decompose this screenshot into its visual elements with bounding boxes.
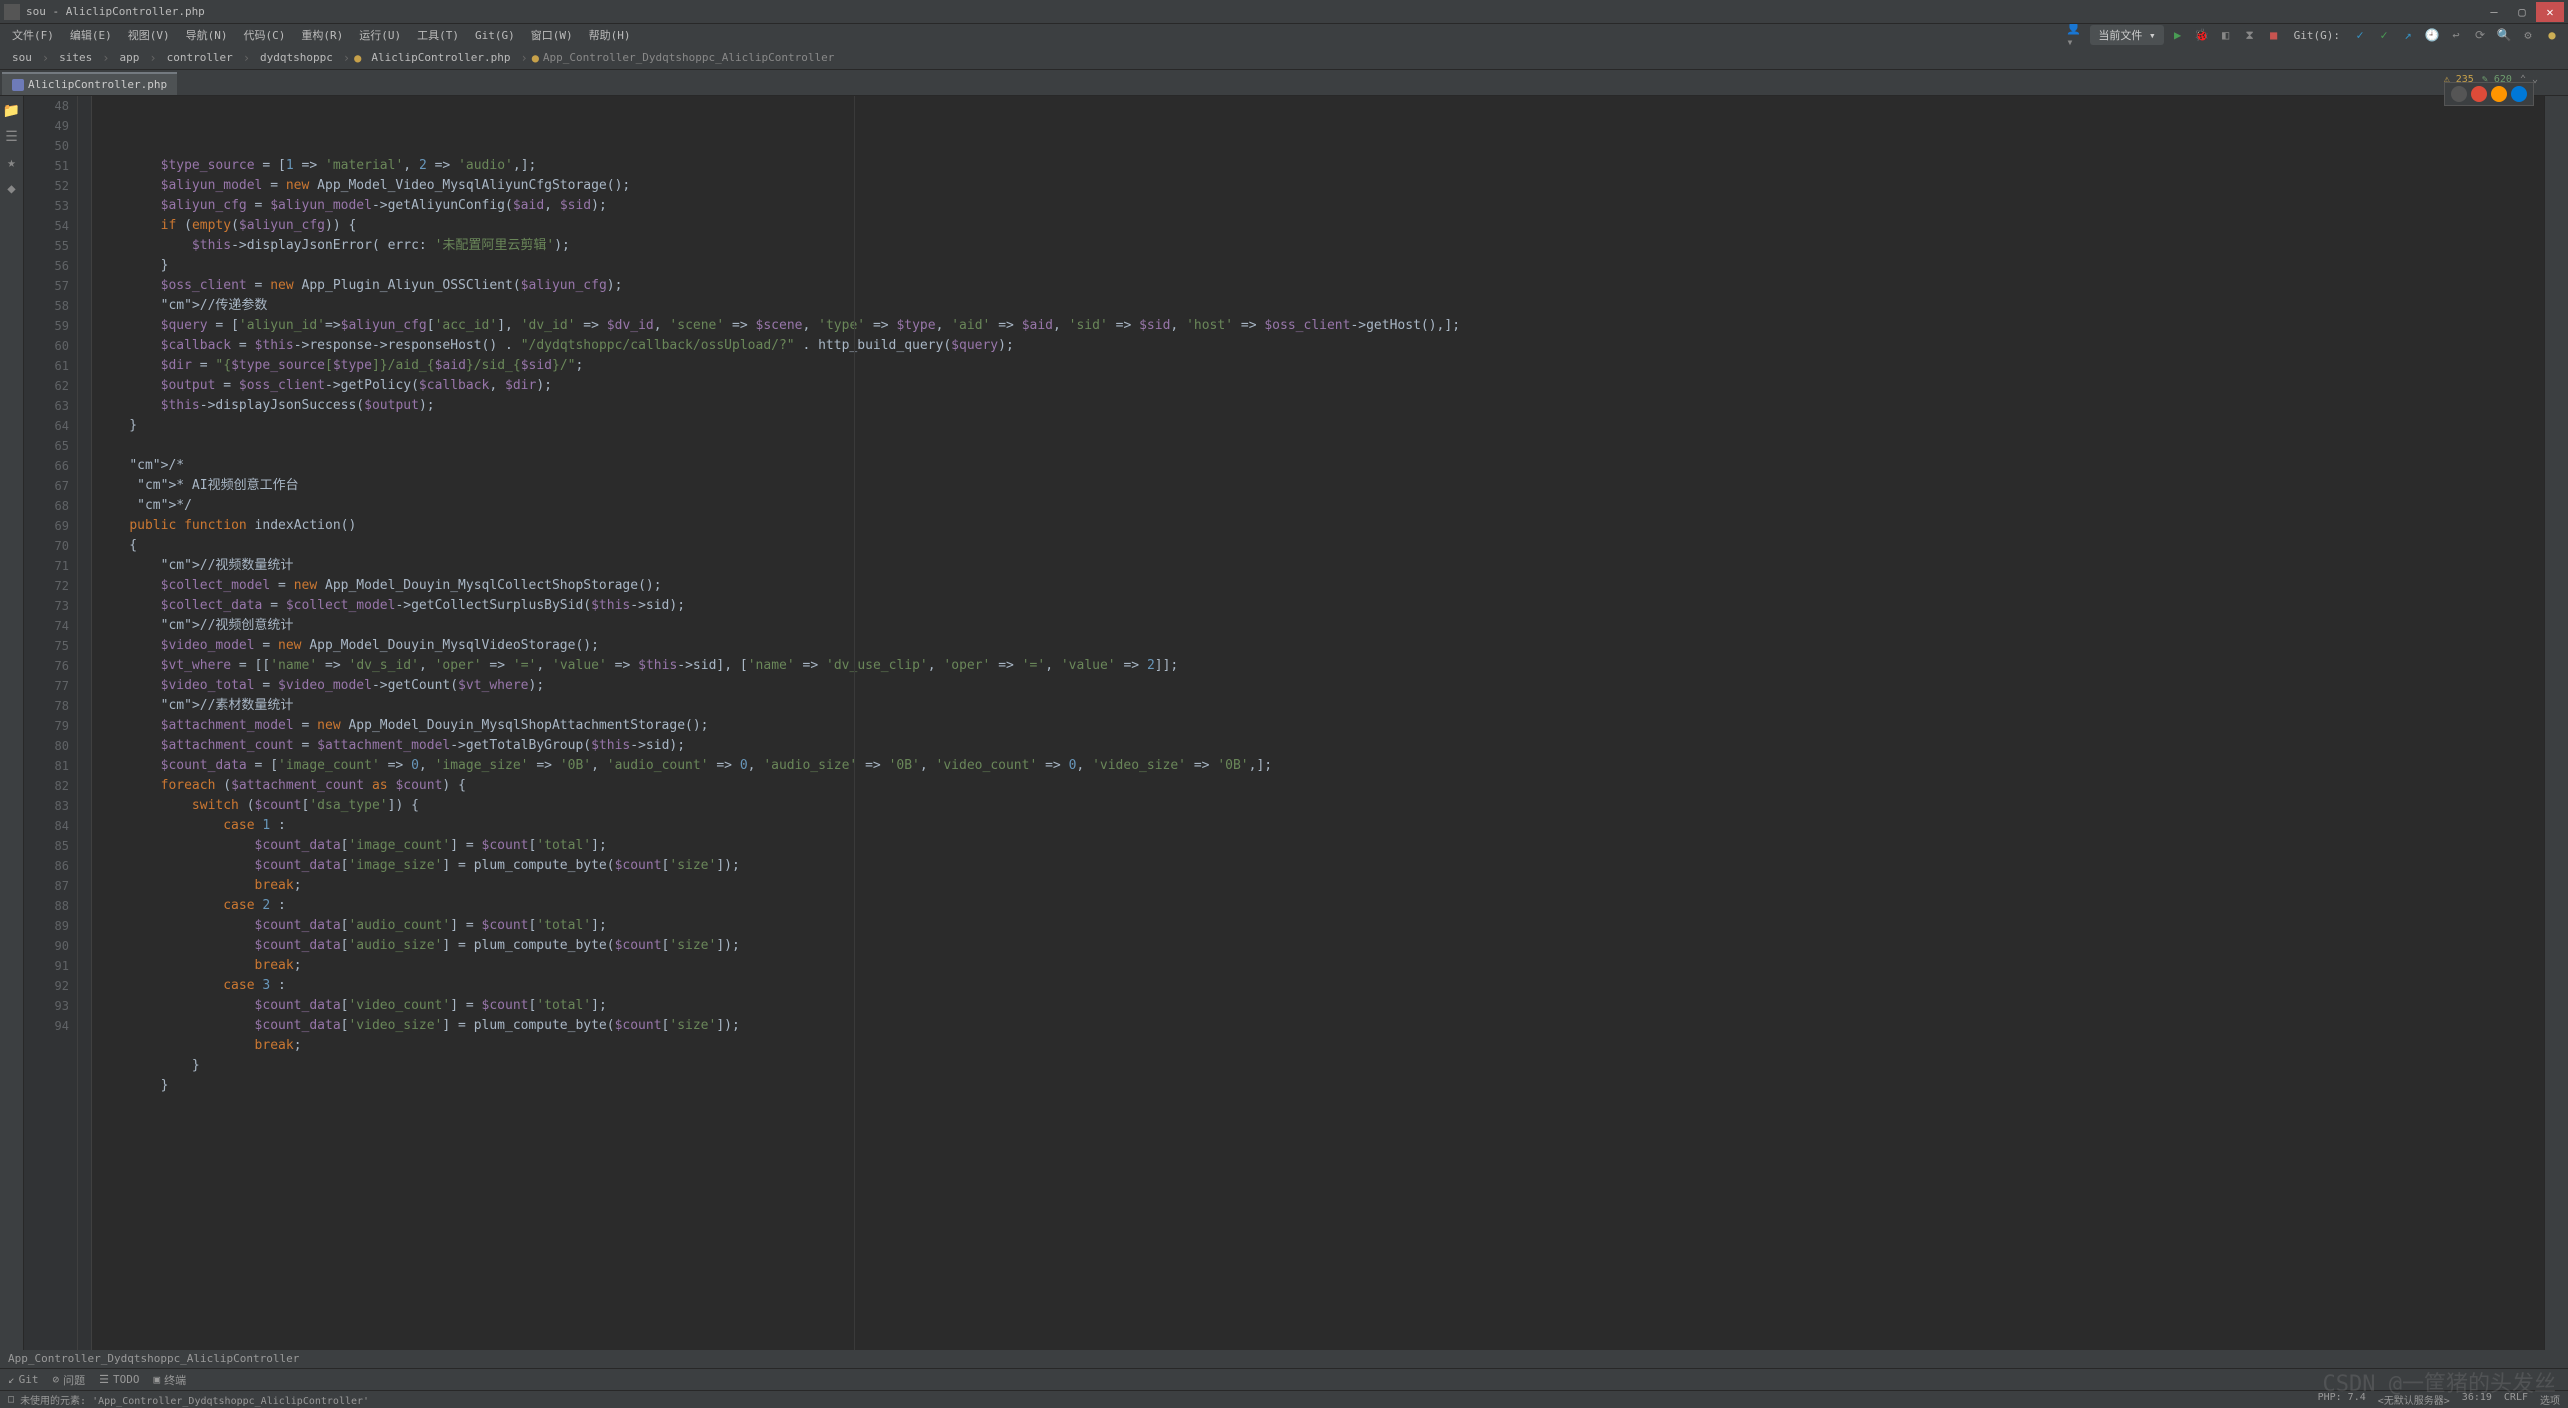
left-tool-strip: 📁 ☰ ★ ◆ (0, 96, 24, 1350)
status-message: 未使用的元素: 'App_Controller_Dydqtshoppc_Alic… (20, 1392, 2318, 1407)
terminal-tool-button[interactable]: ▣ 终端 (154, 1372, 187, 1388)
right-tool-strip (2544, 96, 2568, 1350)
menu-code[interactable]: 代码(C) (238, 25, 292, 45)
edge-icon[interactable] (2511, 86, 2527, 102)
git-toolbar-label: Git(G): (2288, 27, 2346, 44)
file-bullet-icon: ● (354, 51, 361, 65)
todo-tool-button[interactable]: ☰ TODO (99, 1373, 139, 1386)
sync-icon[interactable]: ⟳ (2470, 25, 2490, 45)
stop-icon[interactable]: ■ (2264, 25, 2284, 45)
status-interpreter[interactable]: <无默认服务器> (2378, 1392, 2450, 1407)
crumb-sites[interactable]: sites (53, 49, 98, 66)
vcs-push-icon[interactable]: ↗ (2398, 25, 2418, 45)
vcs-commit-icon[interactable]: ✓ (2374, 25, 2394, 45)
code-editor[interactable]: 4849505152535455565758596061626364656667… (24, 96, 2544, 1350)
vcs-update-icon[interactable]: ✓ (2350, 25, 2370, 45)
search-icon[interactable]: 🔍 (2494, 25, 2514, 45)
menu-tools[interactable]: 工具(T) (411, 25, 465, 45)
crumb-controller[interactable]: controller (161, 49, 239, 66)
maximize-button[interactable]: ▢ (2508, 2, 2536, 22)
tab-label: AliclipController.php (28, 78, 167, 91)
menu-window[interactable]: 窗口(W) (525, 25, 579, 45)
reader-mode-icon[interactable] (2451, 86, 2467, 102)
crumb-context[interactable]: App_Controller_Dydqtshoppc_AliclipContro… (543, 51, 834, 64)
git-tool-button[interactable]: ↙ Git (8, 1373, 39, 1386)
menu-help[interactable]: 帮助(H) (583, 25, 637, 45)
menu-file[interactable]: 文件(F) (6, 25, 60, 45)
crumb-file[interactable]: AliclipController.php (365, 49, 516, 66)
status-encoding[interactable]: 选项 (2540, 1392, 2560, 1407)
menu-git[interactable]: Git(G) (469, 27, 521, 44)
menu-view[interactable]: 视图(V) (122, 25, 176, 45)
crumb-app[interactable]: app (113, 49, 145, 66)
menu-edit[interactable]: 编辑(E) (64, 25, 118, 45)
close-button[interactable]: ✕ (2536, 2, 2564, 22)
right-margin-line (854, 96, 855, 1350)
menu-navigate[interactable]: 导航(N) (180, 25, 234, 45)
structure-tool-icon[interactable]: ☰ (3, 128, 21, 146)
menu-bar: 文件(F) 编辑(E) 视图(V) 导航(N) 代码(C) 重构(R) 运行(U… (0, 24, 2568, 46)
status-position[interactable]: 36:19 (2462, 1392, 2492, 1407)
project-tool-icon[interactable]: 📁 (3, 102, 21, 120)
run-config-selector[interactable]: 当前文件 ▾ (2090, 25, 2163, 45)
title-bar: sou - AliclipController.php — ▢ ✕ (0, 0, 2568, 24)
status-indicator-icon[interactable]: □ (8, 1394, 14, 1405)
status-bar: □ 未使用的元素: 'App_Controller_Dydqtshoppc_Al… (0, 1390, 2568, 1408)
problems-tool-button[interactable]: ⊘ 问题 (53, 1372, 86, 1388)
line-number-gutter[interactable]: 4849505152535455565758596061626364656667… (24, 96, 78, 1350)
vcs-rollback-icon[interactable]: ↩ (2446, 25, 2466, 45)
menu-refactor[interactable]: 重构(R) (295, 25, 349, 45)
menu-run[interactable]: 运行(U) (353, 25, 407, 45)
gutter-marks[interactable] (78, 96, 92, 1350)
status-php[interactable]: PHP: 7.4 (2318, 1392, 2366, 1407)
settings-icon[interactable]: ⚙ (2518, 25, 2538, 45)
crumb-root[interactable]: sou (6, 49, 38, 66)
firefox-icon[interactable] (2491, 86, 2507, 102)
minimize-button[interactable]: — (2480, 2, 2508, 22)
breadcrumb-bar: sou› sites› app› controller› dydqtshoppc… (0, 46, 2568, 70)
browser-icons-panel[interactable] (2444, 82, 2534, 106)
chrome-icon[interactable] (2471, 86, 2487, 102)
profile-icon[interactable]: ⧗ (2240, 25, 2260, 45)
status-eol[interactable]: CRLF (2504, 1392, 2528, 1407)
user-icon[interactable]: 👤▾ (2066, 25, 2086, 45)
vcs-history-icon[interactable]: 🕘 (2422, 25, 2442, 45)
editor-breadcrumb[interactable]: App_Controller_Dydqtshoppc_AliclipContro… (0, 1350, 2568, 1368)
editor-tab-bar: AliclipController.php ⚠ 235 ✎ 620 ⌃ ⌄ (0, 70, 2568, 96)
debug-icon[interactable]: 🐞 (2192, 25, 2212, 45)
editor-tab[interactable]: AliclipController.php (2, 72, 177, 95)
run-icon[interactable]: ▶ (2168, 25, 2188, 45)
app-icon (4, 4, 20, 20)
code-area[interactable]: $type_source = [1 => 'material', 2 => 'a… (92, 96, 2544, 1350)
bottom-tool-bar: ↙ Git ⊘ 问题 ☰ TODO ▣ 终端 (0, 1368, 2568, 1390)
crumb-dir[interactable]: dydqtshoppc (254, 49, 339, 66)
bookmarks-tool-icon[interactable]: ★ (3, 154, 21, 172)
class-bullet-icon: ● (532, 51, 539, 65)
coverage-icon[interactable]: ◧ (2216, 25, 2236, 45)
favorites-tool-icon[interactable]: ◆ (3, 180, 21, 198)
php-file-icon (12, 79, 24, 91)
ide-help-icon[interactable]: ● (2542, 25, 2562, 45)
window-title: sou - AliclipController.php (26, 5, 2480, 18)
